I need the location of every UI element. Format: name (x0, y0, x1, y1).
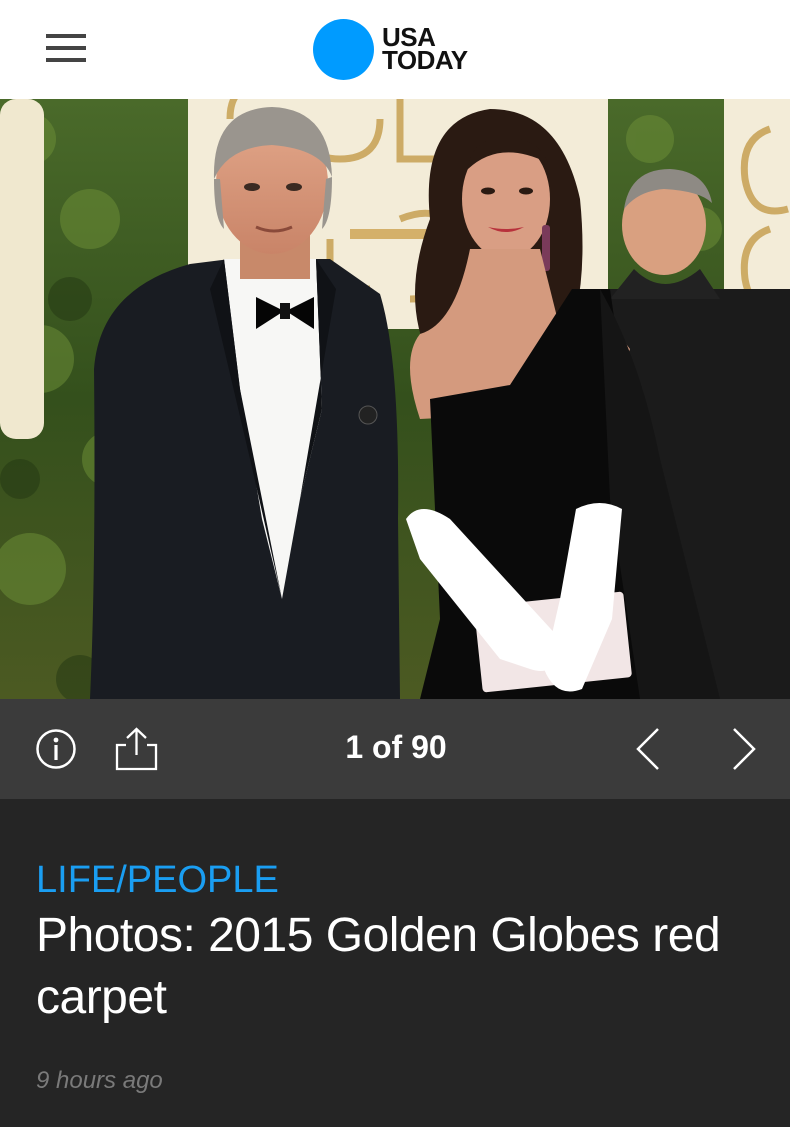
hamburger-menu-icon[interactable] (36, 25, 96, 73)
site-header: USA TODAY (0, 0, 790, 99)
timestamp: 9 hours ago (36, 1067, 163, 1094)
gallery-photo[interactable] (0, 99, 790, 699)
logo-dot (313, 18, 374, 80)
info-icon[interactable] (34, 727, 78, 771)
chevron-left-icon[interactable] (628, 723, 668, 775)
chevron-right-icon[interactable] (724, 723, 764, 775)
share-icon[interactable] (112, 725, 160, 773)
photo-counter: 1 of 90 (345, 729, 447, 765)
logo-wordmark: USA TODAY (382, 22, 468, 75)
photo-caption: LIFE/PEOPLE Photos: 2015 Golden Globes r… (0, 799, 790, 1127)
section-link[interactable]: LIFE/PEOPLE (36, 859, 279, 902)
gallery-title: Photos: 2015 Golden Globes red carpet (36, 909, 721, 1024)
gallery-toolbar: 1 of 90 (0, 699, 790, 799)
usa-today-logo[interactable]: USA TODAY (313, 18, 468, 80)
